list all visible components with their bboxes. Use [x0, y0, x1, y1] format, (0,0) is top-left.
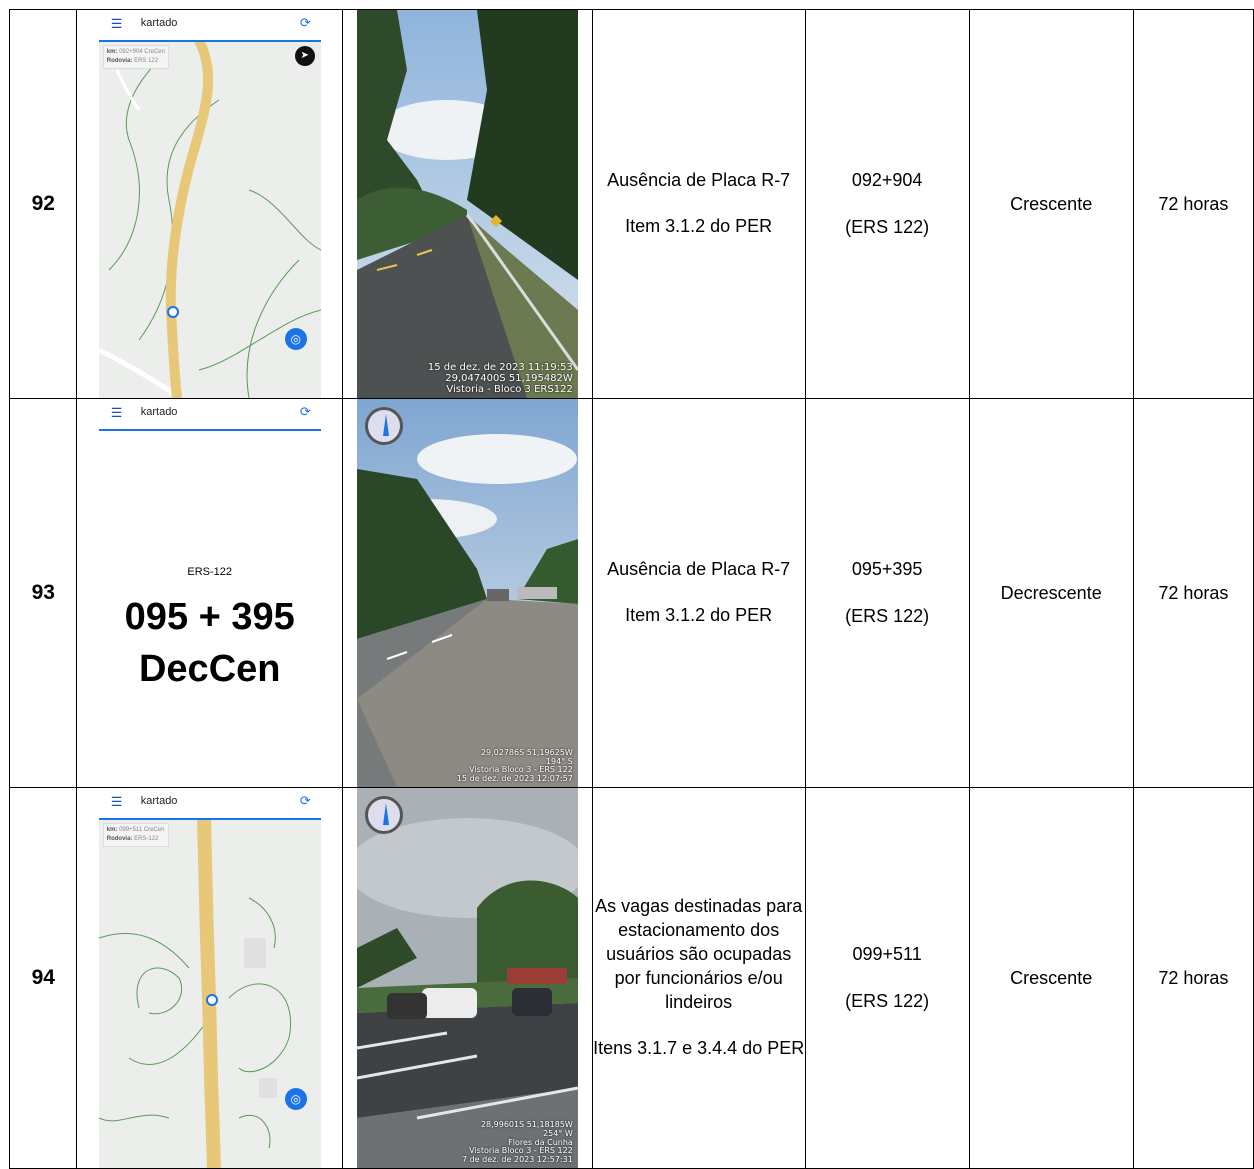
photo-cell: 29,02786S 51,19625W 194° S Vistoria Bloc…: [341, 398, 593, 788]
locate-icon[interactable]: ◎: [284, 1088, 307, 1110]
map-screenshot-cell: ☰ kartado ⟳ km: 099+511 CreCen Rodovia: …: [76, 787, 343, 1169]
menu-icon[interactable]: ☰: [111, 794, 123, 810]
photo-timestamp: 28,99601S 51,18185W 254° W Flores da Cun…: [461, 1120, 573, 1165]
map-info-box: km: 092+904 CreCen Rodovia: ERS 122: [102, 45, 169, 69]
photo-timestamp: 15 de dez. de 2023 11:19:53 29,047400S 5…: [427, 362, 573, 395]
compass-icon[interactable]: ➤: [294, 46, 315, 66]
km-location: 099+511 (ERS 122): [804, 787, 970, 1169]
inspection-table: 92 ☰ kartado ⟳ km: 092+904 CreCen Rodovi…: [8, 9, 1254, 1169]
direction: Crescente: [968, 9, 1134, 399]
table-row: 93 ☰ kartado ⟳ ERS-122 095 + 395 DecCen: [8, 398, 1254, 788]
photo-cell: 28,99601S 51,18185W 254° W Flores da Cun…: [341, 787, 593, 1169]
map-screenshot-cell: ☰ kartado ⟳ km: 092+904 CreCen Rodovia: …: [76, 9, 343, 399]
photo-canvas: [356, 10, 578, 398]
app-header: ☰ kartado ⟳: [98, 10, 321, 42]
compass-icon: [364, 796, 403, 834]
app-title: kartado: [140, 795, 178, 807]
deadline: 72 horas: [1132, 787, 1254, 1169]
road-photo: 29,02786S 51,19625W 194° S Vistoria Bloc…: [356, 399, 578, 787]
app-header: ☰ kartado ⟳: [98, 788, 321, 820]
menu-icon[interactable]: ☰: [111, 405, 123, 421]
sync-icon[interactable]: ⟳: [300, 793, 311, 809]
photo-timestamp: 29,02786S 51,19625W 194° S Vistoria Bloc…: [456, 747, 573, 784]
km-location: 092+904 (ERS 122): [804, 9, 970, 399]
map-screenshot: ☰ kartado ⟳ km: 092+904 CreCen Rodovia: …: [98, 10, 321, 398]
compass-icon: [364, 407, 403, 445]
description: Ausência de Placa R-7 Item 3.1.2 do PER: [591, 398, 806, 788]
app-title: kartado: [140, 17, 178, 29]
km-screenshot: ☰ kartado ⟳ ERS-122 095 + 395 DecCen: [98, 399, 321, 787]
km-location: 095+395 (ERS 122): [804, 398, 970, 788]
locate-icon[interactable]: ◎: [284, 328, 307, 350]
km-card: ERS-122 095 + 395 DecCen: [98, 431, 321, 787]
table-row: 94 ☰ kartado ⟳ km: 099+511 CreCen Rodovi…: [8, 787, 1254, 1169]
item-number: 92: [8, 9, 78, 399]
menu-icon[interactable]: ☰: [111, 16, 123, 32]
deadline: 72 horas: [1132, 398, 1254, 788]
sync-icon[interactable]: ⟳: [300, 404, 311, 420]
road-photo: 15 de dez. de 2023 11:19:53 29,047400S 5…: [356, 10, 578, 398]
km-big-label: 095 + 395 DecCen: [124, 596, 295, 690]
photo-canvas: [356, 399, 578, 787]
app-header: ☰ kartado ⟳: [98, 399, 321, 431]
app-title: kartado: [140, 406, 178, 418]
description: Ausência de Placa R-7 Item 3.1.2 do PER: [591, 9, 806, 399]
map-screenshot-cell: ☰ kartado ⟳ ERS-122 095 + 395 DecCen: [76, 398, 343, 788]
road-caption: ERS-122: [187, 566, 233, 578]
map-screenshot: ☰ kartado ⟳ km: 099+511 CreCen Rodovia: …: [98, 788, 321, 1168]
description: As vagas destinadas para estacionamento …: [591, 787, 806, 1169]
direction: Decrescente: [968, 398, 1134, 788]
photo-cell: 15 de dez. de 2023 11:19:53 29,047400S 5…: [341, 9, 593, 399]
map-info-box: km: 099+511 CreCen Rodovia: ERS-122: [102, 823, 169, 847]
item-number: 93: [8, 398, 78, 788]
table-row: 92 ☰ kartado ⟳ km: 092+904 CreCen Rodovi…: [8, 9, 1254, 399]
direction: Crescente: [968, 787, 1134, 1169]
photo-canvas: [356, 788, 578, 1168]
item-number: 94: [8, 787, 78, 1169]
road-photo: 28,99601S 51,18185W 254° W Flores da Cun…: [356, 788, 578, 1168]
sync-icon[interactable]: ⟳: [300, 15, 311, 31]
deadline: 72 horas: [1132, 9, 1254, 399]
map-canvas: [98, 818, 321, 1168]
